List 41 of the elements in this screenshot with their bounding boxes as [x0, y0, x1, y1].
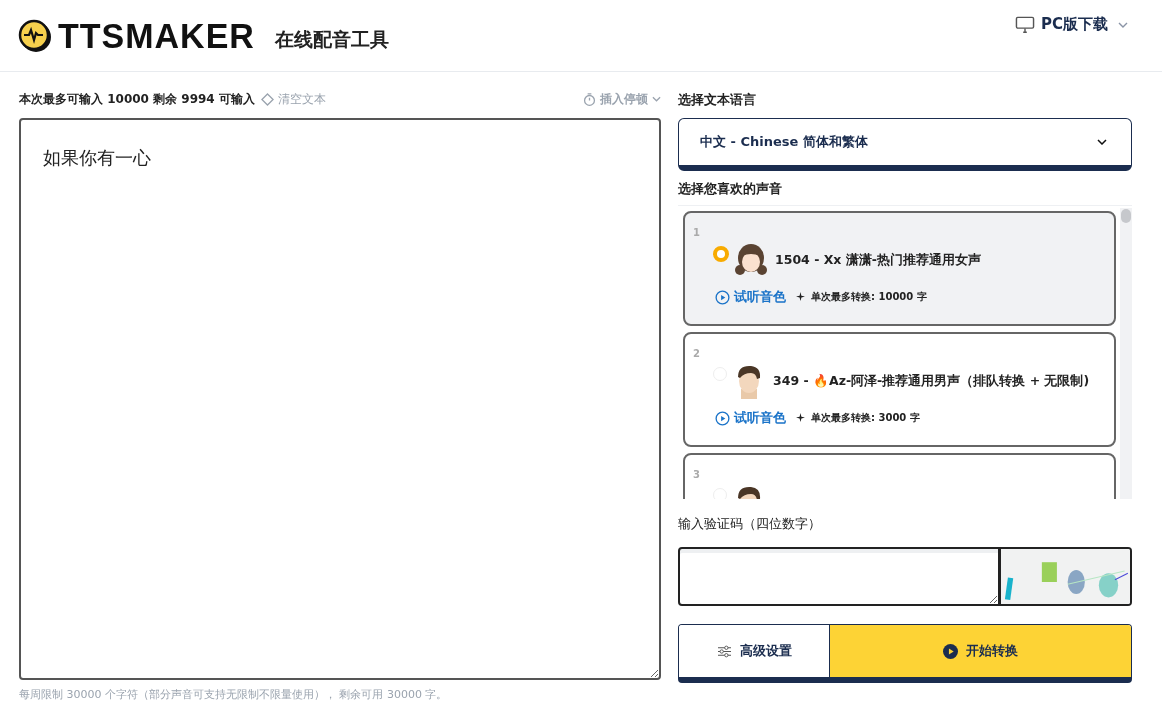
limit-text: 本次最多可输入 10000 剩余 9994 可输入	[19, 90, 255, 108]
voice-card[interactable]: 1 1504 - Xx 潇潇-热门推荐通用女声 试听音色 单次最多转换: 10000 字	[683, 211, 1116, 326]
caret-icon	[1118, 21, 1128, 28]
usage-note: 每周限制 30000 个字符（部分声音可支持无限制不限量使用）， 剩余可用 30000 字。	[19, 687, 449, 702]
preview-button[interactable]: 试听音色	[715, 288, 786, 306]
radio-button[interactable]	[713, 246, 729, 262]
card-number: 3	[693, 469, 700, 480]
monitor-icon	[1015, 15, 1035, 34]
voice-label: 选择您喜欢的声音	[678, 180, 783, 198]
text-input-field[interactable]: 如果你有一心	[19, 118, 661, 680]
card-number: 2	[693, 348, 700, 359]
avatar-icon	[735, 242, 767, 278]
start-convert-button[interactable]: 开始转换	[830, 625, 1131, 677]
language-label: 选择文本语言	[678, 91, 757, 109]
captcha-input-field[interactable]	[678, 547, 1001, 606]
logo-text: TTSMAKER	[58, 15, 255, 56]
scrollbar-thumb[interactable]	[1121, 209, 1131, 223]
char-limit: 单次最多转换: 3000 字	[811, 411, 920, 425]
advanced-settings-button[interactable]: 高级设置	[679, 625, 830, 677]
chevron-icon	[1097, 139, 1107, 145]
timer-icon	[583, 92, 596, 106]
eraser-icon	[260, 92, 274, 106]
download-button[interactable]: PC版下载	[1009, 14, 1134, 35]
card-number: 1	[693, 227, 700, 238]
caret-icon	[652, 96, 661, 102]
sparkle-icon	[796, 412, 805, 424]
captcha-label: 输入验证码（四位数字）	[678, 515, 822, 533]
voice-name: 1504 - Xx 潇潇-热门推荐通用女声	[775, 251, 981, 269]
tagline: 在线配音工具	[274, 26, 389, 52]
scrollbar[interactable]	[1120, 208, 1132, 499]
play-icon	[943, 643, 958, 659]
logo-icon	[18, 18, 52, 53]
voice-card[interactable]: 2 349 - 🔥Az-阿泽-推荐通用男声（排队转换 + 无限制) 试听音色 单次最多转换: 3000 字	[683, 332, 1116, 447]
sliders-icon	[716, 644, 732, 658]
sparkle-icon	[796, 291, 805, 303]
play-icon	[715, 410, 730, 426]
char-limit: 单次最多转换: 10000 字	[811, 290, 927, 304]
play-icon	[715, 289, 730, 305]
preview-button[interactable]: 试听音色	[715, 409, 786, 427]
voice-name: 349 - 🔥Az-阿泽-推荐通用男声（排队转换 + 无限制)	[773, 372, 1090, 390]
language-dropdown[interactable]: 中文 - Chinese 简体和繁体	[678, 118, 1132, 171]
